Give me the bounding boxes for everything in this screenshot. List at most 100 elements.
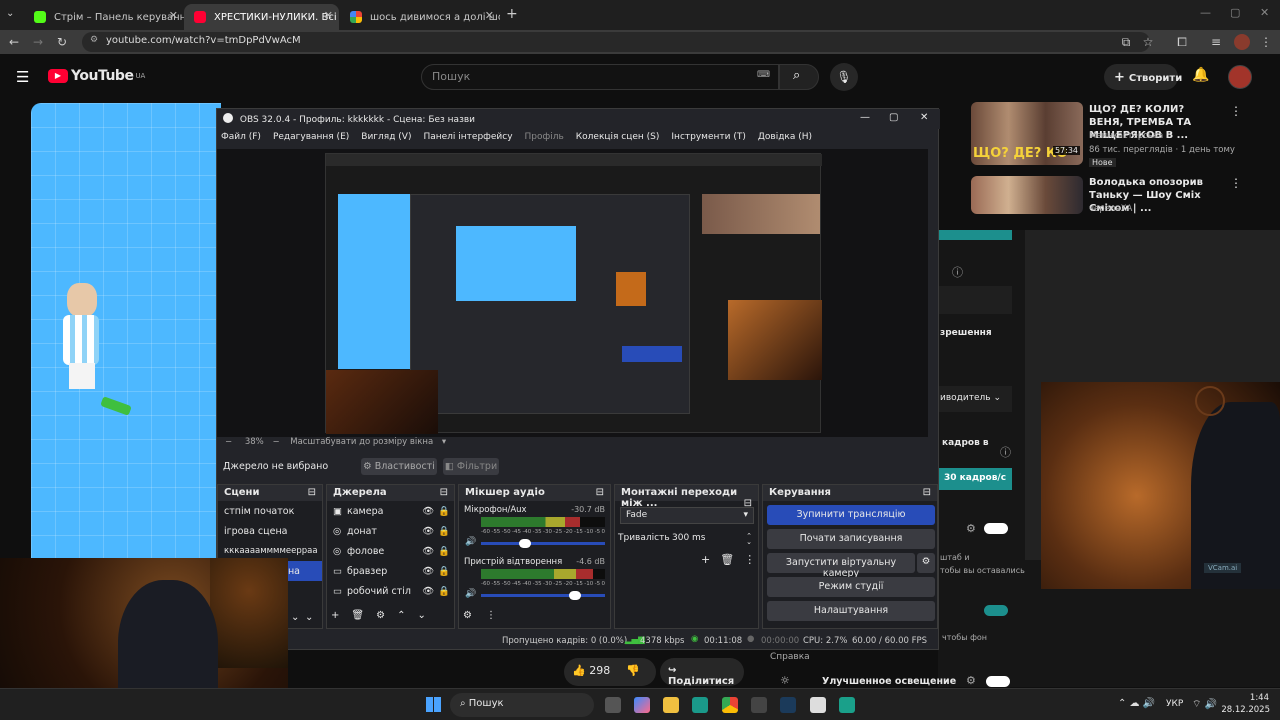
- reload-icon[interactable]: ↻: [54, 34, 70, 50]
- toggle-on[interactable]: [984, 605, 1008, 616]
- scene-item[interactable]: ігрова сцена: [218, 521, 322, 541]
- source-item[interactable]: ▭ бравзер 👁 🔒: [327, 561, 454, 581]
- dock-menu-icon[interactable]: ⊟: [440, 487, 448, 498]
- menu-tools[interactable]: Інструменти (T): [671, 132, 745, 146]
- tray-icons[interactable]: ⌃ ☁ 🔊: [1118, 698, 1155, 709]
- volume-slider[interactable]: [481, 591, 605, 600]
- video-channel[interactable]: черепаХА: [1089, 204, 1132, 214]
- url-field[interactable]: ⚙ youtube.com/watch?v=tmDpPdVwAcM: [82, 32, 1150, 52]
- toggle-off[interactable]: [984, 523, 1008, 534]
- transition-select[interactable]: Fade ▾: [620, 507, 754, 524]
- lock-icon[interactable]: 🔒: [438, 586, 450, 597]
- edge-icon[interactable]: [692, 697, 708, 713]
- eye-icon[interactable]: 👁: [422, 526, 434, 537]
- obs-preview-area[interactable]: [217, 149, 928, 437]
- dock-menu-icon[interactable]: ⊟: [923, 487, 931, 498]
- menu-profile[interactable]: Профіль: [525, 132, 564, 146]
- volume-slider[interactable]: [481, 539, 605, 548]
- add-transition-icon[interactable]: +: [701, 553, 710, 566]
- transition-menu-icon[interactable]: ⋮: [744, 553, 755, 566]
- obs-minimize-icon[interactable]: —: [860, 112, 870, 123]
- close-window-icon[interactable]: ✕: [1260, 6, 1269, 19]
- taskbar-search[interactable]: ⌕ Пошук: [450, 693, 594, 717]
- clock-date[interactable]: 28.12.2025: [1220, 705, 1270, 715]
- remove-source-icon[interactable]: 🗑: [351, 610, 364, 621]
- chrome-icon[interactable]: [722, 697, 738, 713]
- fps-button[interactable]: 30 кадров/с: [938, 468, 1012, 490]
- advanced-audio-icon[interactable]: ⚙: [463, 610, 472, 621]
- keyboard-icon[interactable]: ⌨: [757, 70, 770, 80]
- tab-google-search[interactable]: шось дивимося а долі шось і ✕: [340, 4, 500, 30]
- steam-icon[interactable]: [780, 697, 796, 713]
- voice-search-button[interactable]: 🎙: [830, 63, 858, 91]
- more-options-icon[interactable]: ⋮: [1230, 104, 1242, 118]
- source-item[interactable]: ▭ робочий стіл 👁 🔒: [327, 581, 454, 601]
- eye-icon[interactable]: 👁: [422, 586, 434, 597]
- gear-icon[interactable]: ⚙: [966, 674, 976, 687]
- eye-icon[interactable]: 👁: [422, 506, 434, 517]
- menu-edit[interactable]: Редагування (E): [273, 132, 349, 146]
- forward-icon[interactable]: →: [30, 34, 46, 50]
- slider-thumb[interactable]: [569, 591, 581, 600]
- eye-icon[interactable]: 👁: [422, 546, 434, 557]
- filters-button[interactable]: ◧ Фільтри: [443, 458, 499, 475]
- tab-list-icon[interactable]: ⌄: [6, 8, 20, 22]
- video-player-game-area[interactable]: [31, 103, 221, 558]
- virtual-camera-settings-icon[interactable]: ⚙: [917, 553, 935, 573]
- source-gear-icon[interactable]: ⚙: [376, 610, 385, 621]
- remove-transition-icon[interactable]: 🗑: [720, 553, 734, 566]
- start-virtual-camera-button[interactable]: Запустити віртуальну камеру: [767, 553, 915, 579]
- video-channel[interactable]: Мейнкастерська: [1089, 131, 1163, 141]
- settings-button[interactable]: Налаштування: [767, 601, 935, 621]
- like-button[interactable]: 👍 298: [572, 664, 610, 677]
- menu-file[interactable]: Файл (F): [221, 132, 261, 146]
- obs-maximize-icon[interactable]: ▢: [889, 112, 898, 123]
- dislike-button[interactable]: 👎: [626, 664, 640, 677]
- start-recording-button[interactable]: Почати записування: [767, 529, 935, 549]
- lock-icon[interactable]: 🔒: [438, 506, 450, 517]
- zoom-in-button[interactable]: −: [272, 437, 279, 447]
- site-info-icon[interactable]: ⚙: [90, 35, 98, 45]
- eye-icon[interactable]: 👁: [422, 566, 434, 577]
- windows-start-icon[interactable]: [426, 697, 441, 712]
- account-avatar[interactable]: [1228, 65, 1252, 89]
- scene-item[interactable]: стпім початок: [218, 501, 322, 521]
- maximize-icon[interactable]: ▢: [1230, 6, 1240, 19]
- create-button[interactable]: + Створити: [1104, 64, 1182, 90]
- search-input[interactable]: Пошук ⌨: [421, 64, 779, 90]
- bookmark-star-icon[interactable]: ☆: [1140, 34, 1156, 50]
- more-options-icon[interactable]: ⋮: [1230, 176, 1242, 190]
- video-thumbnail[interactable]: [971, 176, 1083, 214]
- tab-stream-dashboard[interactable]: Стрім – Панель керування Ki ✕: [24, 4, 184, 30]
- obs-close-icon[interactable]: ✕: [920, 112, 928, 123]
- menu-view[interactable]: Вигляд (V): [361, 132, 411, 146]
- back-icon[interactable]: ←: [6, 34, 22, 50]
- install-icon[interactable]: ⧉: [1118, 34, 1134, 50]
- dropdown-box[interactable]: [938, 286, 1012, 314]
- toggle-off[interactable]: [986, 676, 1010, 687]
- chevron-down-icon[interactable]: ▾: [442, 437, 446, 447]
- menu-docks[interactable]: Панелі інтерфейсу: [423, 132, 512, 146]
- lock-icon[interactable]: 🔒: [438, 526, 450, 537]
- lock-icon[interactable]: 🔒: [438, 566, 450, 577]
- menu-help[interactable]: Довідка (H): [758, 132, 812, 146]
- producer-dropdown[interactable]: иводитель ⌄: [938, 386, 1012, 412]
- source-item[interactable]: ▣ камера 👁 🔒: [327, 501, 454, 521]
- youtube-logo[interactable]: ▶ YouTube UA: [48, 68, 145, 84]
- slider-thumb[interactable]: [519, 539, 531, 548]
- new-tab-button[interactable]: +: [506, 6, 518, 22]
- calculator-icon[interactable]: [751, 697, 767, 713]
- file-explorer-icon[interactable]: [663, 697, 679, 713]
- duration-input[interactable]: 300 ms ⌃ ⌄: [670, 530, 754, 547]
- close-icon[interactable]: ✕: [324, 9, 333, 22]
- app-icon[interactable]: [839, 697, 855, 713]
- dock-menu-icon[interactable]: ⊟: [308, 487, 316, 498]
- help-label[interactable]: Справка: [770, 652, 810, 662]
- share-button[interactable]: ↪ Поділитися: [660, 658, 744, 687]
- copilot-icon[interactable]: [634, 697, 650, 713]
- scene-move-down-icon[interactable]: ⌄: [305, 612, 313, 623]
- move-up-icon[interactable]: ⌃: [397, 610, 405, 621]
- gear-icon[interactable]: ⚙: [966, 522, 976, 535]
- source-item[interactable]: ◎ фолове 👁 🔒: [327, 541, 454, 561]
- menu-scene-collection[interactable]: Колекція сцен (S): [576, 132, 660, 146]
